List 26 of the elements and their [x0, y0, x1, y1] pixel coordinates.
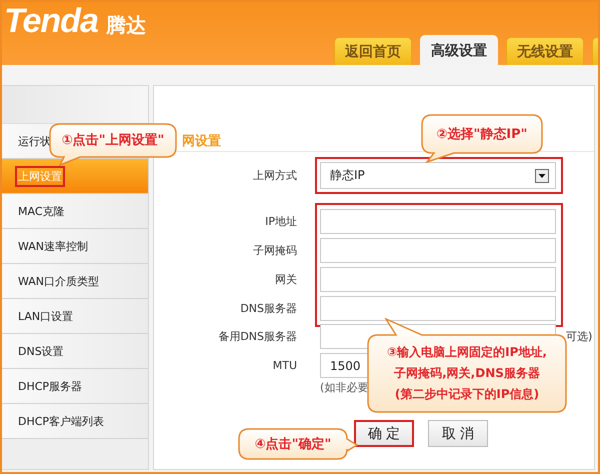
sidebar-item-label: WAN速率控制: [17, 238, 90, 254]
callout-text: 子网掩码,网关,DNS服务器: [394, 365, 540, 382]
hint-text: 可选): [566, 329, 592, 344]
sidebar-item-label: DNS设置: [17, 344, 65, 360]
field-label: 备用DNS服务器: [217, 329, 297, 345]
field-label: IP地址: [264, 214, 297, 230]
brand-name: 腾达: [106, 12, 146, 39]
field-label: 上网方式: [252, 168, 297, 184]
sidebar-item-label: DHCP客户端列表: [17, 414, 106, 430]
sidebar-item-label: DHCP服务器: [17, 378, 84, 394]
section-title: 网设置: [182, 134, 221, 149]
sidebar-item-label: WAN口介质类型: [17, 274, 100, 290]
callout-text: ③输入电脑上网固定的IP地址,: [387, 344, 547, 361]
callout-text: ④点击"确定": [254, 436, 332, 454]
sidebar-item-label: LAN口设置: [17, 308, 74, 324]
field-label: DNS服务器: [239, 301, 297, 317]
sidebar-item-label: MAC克隆: [17, 204, 66, 220]
callout-text: (第二步中记录下的IP信息): [394, 386, 540, 403]
callout-text: ①点击"上网设置": [62, 132, 164, 150]
logo: Tenda: [4, 2, 98, 41]
field-label: 网关: [274, 272, 297, 288]
callout-text: ②选择"静态IP": [436, 126, 528, 144]
field-label: 子网掩码: [252, 243, 297, 259]
sidebar-item-label: 上网设置: [15, 166, 65, 186]
sidebar-item-label: 运行状: [17, 134, 52, 150]
field-label: MTU: [272, 358, 297, 374]
